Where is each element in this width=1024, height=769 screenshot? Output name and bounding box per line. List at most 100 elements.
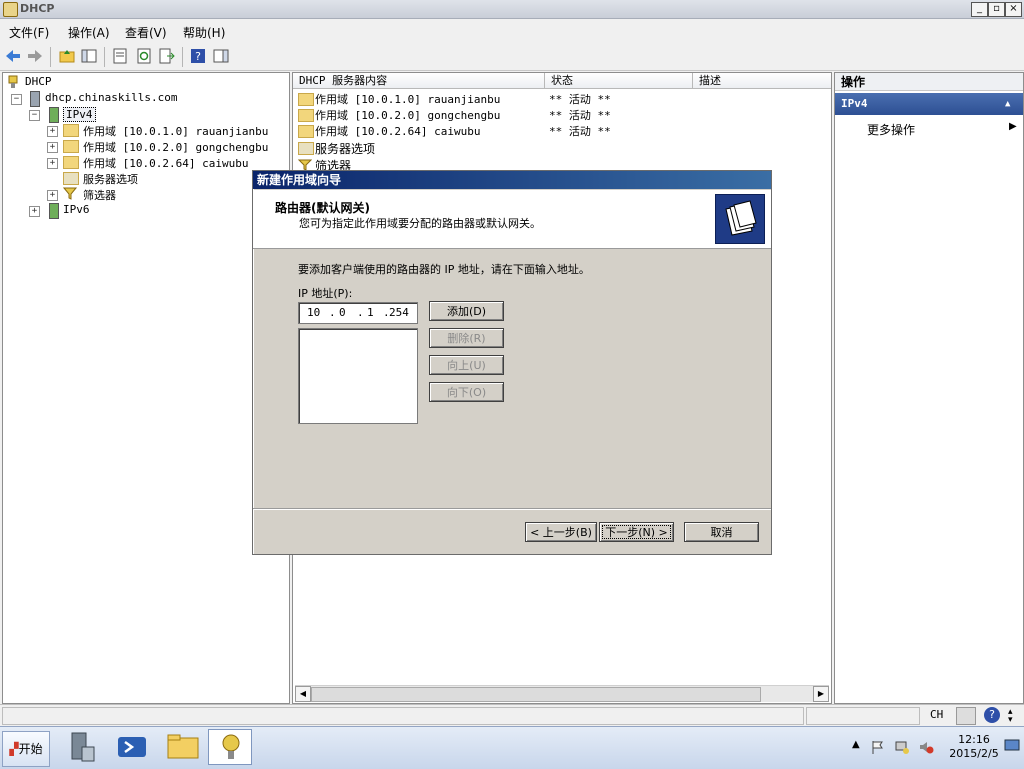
menu-help[interactable]: 帮助(H) [183,24,225,41]
move-down-button[interactable]: 向下(O) [429,382,504,402]
server-icon [30,91,40,107]
options-icon[interactable]: ▴ ▾ [1008,708,1020,725]
volume-muted-icon[interactable] [918,739,934,755]
ip-address-label: IP 地址(P): [298,287,353,300]
tree-ipv4[interactable]: IPv4 [63,107,96,122]
show-desktop-icon[interactable] [1004,737,1020,753]
server-manager-icon[interactable] [60,729,104,765]
help-icon[interactable]: ? [189,47,207,65]
expander-scope-1[interactable]: + [47,126,58,137]
dialog-header: 路由器(默认网关) 您可为指定此作用域要分配的路由器或默认网关。 [253,190,771,249]
folder-icon [63,140,79,153]
menu-action[interactable]: 操作(A) [68,24,110,41]
tree-scope-3[interactable]: 作用域 [10.0.2.64] caiwubu [83,155,248,171]
expander-ipv4[interactable]: − [29,110,40,121]
horizontal-scrollbar[interactable]: ◀ ▶ [295,685,829,702]
expander-scope-3[interactable]: + [47,158,58,169]
folder-icon [298,93,314,106]
taskbar: ▞开始 ▲ 12:16 2015/2/5 [0,726,1024,769]
show-hidden-icons-icon[interactable]: ▲ [852,739,860,750]
ip-octet-2[interactable]: 0 [339,306,346,319]
ip-octet-1[interactable]: 10 [307,306,320,319]
next-button[interactable]: 下一步(N) > [599,522,674,542]
actions-section-ipv4[interactable]: IPv4 ▲ [835,93,1023,115]
tree-filters[interactable]: 筛选器 [83,187,116,203]
ip-octet-3[interactable]: 1 [367,306,374,319]
show-action-pane-icon[interactable] [212,47,230,65]
status-bar: CH ? ▴ ▾ [0,704,1024,727]
collapse-up-icon[interactable]: ▲ [1005,93,1010,115]
action-center-flag-icon[interactable] [870,739,886,755]
status-panel [2,707,804,725]
tree-server[interactable]: dhcp.chinaskills.com [45,91,177,104]
actions-section-label: IPv4 [841,97,868,110]
tree-server-options[interactable]: 服务器选项 [83,171,138,187]
add-button[interactable]: 添加(D) [429,301,504,321]
scrollbar-thumb[interactable] [311,687,761,702]
list-item[interactable]: 服务器选项 [315,140,375,157]
ip-octet-4[interactable]: 254 [389,306,409,319]
menu-bar: 文件(F) 操作(A) 查看(V) 帮助(H) [0,19,1024,43]
menu-view[interactable]: 查看(V) [125,24,167,41]
column-header-description[interactable]: 描述 [693,73,831,89]
list-item[interactable]: 作用域 [10.0.1.0] rauanjianbu [315,91,500,107]
list-item-status: ** 活动 ** [549,93,611,106]
scroll-right-icon[interactable]: ▶ [813,686,829,702]
help-icon[interactable]: ? [984,707,1000,723]
title-bar: DHCP _ ▫ × [0,0,1024,19]
dialog-title[interactable]: 新建作用域向导 [253,171,771,189]
dhcp-app-icon [3,2,18,17]
restore-button[interactable]: ▫ [988,2,1005,17]
server-options-icon [63,172,79,185]
dhcp-trophy-icon [222,734,240,759]
folder-icon [298,109,314,122]
ime-indicator[interactable]: CH [930,708,943,721]
status-panel [806,707,920,725]
clock[interactable]: 12:16 2015/2/5 [944,733,1004,761]
back-button[interactable]: < 上一步(B) [525,522,597,542]
start-button[interactable]: ▞开始 [2,731,50,767]
scroll-left-icon[interactable]: ◀ [295,686,311,702]
column-header-status[interactable]: 状态 [545,73,693,89]
column-header-name[interactable]: DHCP 服务器内容 [293,73,545,89]
list-item-status: ** 活动 ** [549,125,611,138]
move-up-button[interactable]: 向上(U) [429,355,504,375]
tree-ipv6[interactable]: IPv6 [63,203,90,216]
dhcp-taskbar-button[interactable] [208,729,252,765]
expander-ipv6[interactable]: + [29,206,40,217]
powershell-icon[interactable] [110,729,154,765]
forward-arrow-icon[interactable] [26,47,44,65]
refresh-icon[interactable] [135,47,153,65]
back-arrow-icon[interactable] [4,47,22,65]
tree-scope-2[interactable]: 作用域 [10.0.2.0] gongchengbu [83,139,268,155]
up-folder-icon[interactable] [58,47,76,65]
export-list-icon[interactable] [158,47,176,65]
list-item[interactable]: 作用域 [10.0.2.64] caiwubu [315,123,480,139]
cancel-button[interactable]: 取消 [684,522,759,542]
menu-file[interactable]: 文件(F) [9,24,49,41]
keyboard-icon[interactable] [956,707,976,725]
router-list[interactable] [298,328,418,424]
ip-address-field[interactable]: 10 . 0 . 1 . 254 [298,302,418,324]
wizard-folders-icon [715,194,765,244]
expander-server[interactable]: − [11,94,22,105]
tree-scope-1[interactable]: 作用域 [10.0.1.0] rauanjianbu [83,123,268,139]
network-icon[interactable] [894,739,910,755]
expander-filters[interactable]: + [47,190,58,201]
minimize-button[interactable]: _ [971,2,988,17]
toolbar: ? [0,43,1024,71]
close-button[interactable]: × [1005,2,1022,17]
list-item[interactable]: 作用域 [10.0.2.0] gongchengbu [315,107,500,123]
explorer-folder-icon[interactable] [160,729,204,765]
properties-icon[interactable] [111,47,129,65]
submenu-arrow-icon: ▶ [1009,121,1017,132]
filter-icon [63,187,77,200]
more-actions-link[interactable]: 更多操作 [867,121,915,138]
expander-scope-2[interactable]: + [47,142,58,153]
show-hide-tree-icon[interactable] [80,47,98,65]
tree-root-dhcp[interactable]: DHCP [25,75,52,88]
folder-icon [63,124,79,137]
dialog-separator [253,508,771,510]
remove-button[interactable]: 删除(R) [429,328,504,348]
new-scope-wizard-dialog: 新建作用域向导 路由器(默认网关) 您可为指定此作用域要分配的路由器或默认网关。… [252,170,772,555]
